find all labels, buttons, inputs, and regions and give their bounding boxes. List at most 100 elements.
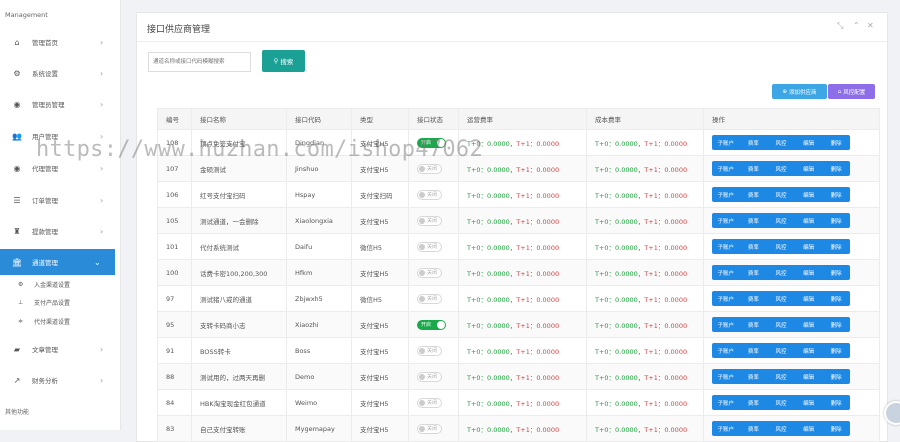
delete-button[interactable]: 删除 [822,239,850,254]
risk-button[interactable]: 风控 [767,213,795,228]
risk-button[interactable]: 风控 [767,343,795,358]
sub-account-button[interactable]: 子账户 [712,213,740,228]
status-toggle[interactable]: 关闭 [417,345,442,356]
edit-button[interactable]: 编辑 [795,187,823,202]
rate-button[interactable]: 费率 [740,213,768,228]
rate-button[interactable]: 费率 [740,395,768,410]
delete-button[interactable]: 删除 [822,317,850,332]
edit-button[interactable]: 编辑 [795,369,823,384]
add-supplier-button[interactable]: ⊕ 添加供应商 [772,84,827,99]
edit-button[interactable]: 编辑 [795,161,823,176]
status-toggle[interactable]: 开启 [417,319,446,330]
rate-button[interactable]: 费率 [740,317,768,332]
sidebar-item-9[interactable]: ▰ 文章管理 › [0,336,121,362]
edit-button[interactable]: 编辑 [795,135,823,150]
status-toggle[interactable]: 关闭 [417,189,442,200]
sub-account-button[interactable]: 子账户 [712,369,740,384]
delete-button[interactable]: 删除 [822,343,850,358]
risk-button[interactable]: 风控 [767,369,795,384]
sub-account-button[interactable]: 子账户 [712,343,740,358]
risk-button[interactable]: 风控 [767,291,795,306]
rate-button[interactable]: 费率 [740,291,768,306]
sub-account-button[interactable]: 子账户 [712,291,740,306]
status-toggle[interactable]: 关闭 [417,293,442,304]
edit-button[interactable]: 编辑 [795,265,823,280]
search-input[interactable] [148,52,251,72]
expand-icon[interactable]: ⤡ [837,21,843,31]
status-toggle[interactable]: 关闭 [417,163,442,174]
sidebar-subitem-2[interactable]: ⊥ 支付产品设置 [18,296,70,308]
delete-button[interactable]: 删除 [822,161,850,176]
risk-button[interactable]: 风控 [767,135,795,150]
rate-t0: T+0：0.0000， [467,347,517,356]
delete-button[interactable]: 删除 [822,369,850,384]
sidebar-item-3[interactable]: ◉ 管理员管理 › [0,91,121,117]
edit-button[interactable]: 编辑 [795,213,823,228]
sidebar-subitem-3[interactable]: ≑ 代付渠道设置 [18,315,70,327]
risk-button[interactable]: 风控 [767,161,795,176]
sub-account-button[interactable]: 子账户 [712,135,740,150]
sub-account-button[interactable]: 子账户 [712,161,740,176]
delete-button[interactable]: 删除 [822,421,850,436]
risk-config-button[interactable]: ⌂ 风控配置 [828,84,875,99]
cell-status: 关闭 [408,337,459,364]
rate-button[interactable]: 费率 [740,343,768,358]
delete-button[interactable]: 删除 [822,213,850,228]
cell-type: 支付宝H5 [351,363,409,390]
sidebar-item-2[interactable]: ⚙ 系统设置 › [0,60,121,86]
rate-button[interactable]: 费率 [740,187,768,202]
status-toggle[interactable]: 关闭 [417,423,442,434]
edit-button[interactable]: 编辑 [795,343,823,358]
rate-button[interactable]: 费率 [740,421,768,436]
sub-account-button[interactable]: 子账户 [712,239,740,254]
edit-button[interactable]: 编辑 [795,395,823,410]
status-toggle[interactable]: 关闭 [417,267,442,278]
rate-button[interactable]: 费率 [740,369,768,384]
chevron-right-icon: › [100,195,104,205]
rate-button[interactable]: 费率 [740,265,768,280]
delete-button[interactable]: 删除 [822,395,850,410]
sub-account-button[interactable]: 子账户 [712,265,740,280]
sidebar-item-6[interactable]: ☰ 订单管理 › [0,187,121,213]
edit-button[interactable]: 编辑 [795,317,823,332]
delete-button[interactable]: 删除 [822,187,850,202]
sub-account-button[interactable]: 子账户 [712,421,740,436]
cell-code: Mygemapay [286,415,352,442]
cell-actions: 子账户 费率 风控 编辑 删除 [703,155,880,182]
rate-button[interactable]: 费率 [740,135,768,150]
gear-icon: ⚙ [18,280,24,288]
sidebar-subitem-1[interactable]: ⚙ 入金渠道设置 [18,278,70,290]
close-icon[interactable]: ✕ [867,21,874,30]
sub-account-button[interactable]: 子账户 [712,395,740,410]
search-button[interactable]: ⚲ 搜索 [262,50,305,72]
status-toggle[interactable]: 关闭 [417,215,442,226]
status-toggle[interactable]: 关闭 [417,397,442,408]
status-toggle[interactable]: 关闭 [417,241,442,252]
sidebar-item-10[interactable]: ↗ 财务分析 › [0,367,121,393]
status-toggle[interactable]: 关闭 [417,371,442,382]
risk-button[interactable]: 风控 [767,421,795,436]
sub-account-button[interactable]: 子账户 [712,187,740,202]
delete-button[interactable]: 删除 [822,291,850,306]
sidebar-item-8[interactable]: 🏛 通道管理 ⌄ [0,249,115,275]
delete-button[interactable]: 删除 [822,265,850,280]
sidebar-item-7[interactable]: ♜ 提款管理 › [0,218,121,244]
sidebar-item-1[interactable]: ⌂ 管理首页 › [0,29,121,55]
risk-button[interactable]: 风控 [767,187,795,202]
rate-button[interactable]: 费率 [740,239,768,254]
cell-cost-rate: T+0：0.0000，T+1：0.0000 [586,181,704,208]
risk-button[interactable]: 风控 [767,317,795,332]
rate-button[interactable]: 费率 [740,161,768,176]
chart-icon: ↗ [13,375,21,385]
risk-button[interactable]: 风控 [767,239,795,254]
edit-button[interactable]: 编辑 [795,421,823,436]
chevron-up-icon[interactable]: ⌃ [853,21,860,30]
risk-button[interactable]: 风控 [767,395,795,410]
cell-name: 自己支付宝转账 [191,415,287,442]
edit-button[interactable]: 编辑 [795,291,823,306]
risk-button[interactable]: 风控 [767,265,795,280]
cell-actions: 子账户 费率 风控 编辑 删除 [703,259,880,286]
sub-account-button[interactable]: 子账户 [712,317,740,332]
delete-button[interactable]: 删除 [822,135,850,150]
edit-button[interactable]: 编辑 [795,239,823,254]
